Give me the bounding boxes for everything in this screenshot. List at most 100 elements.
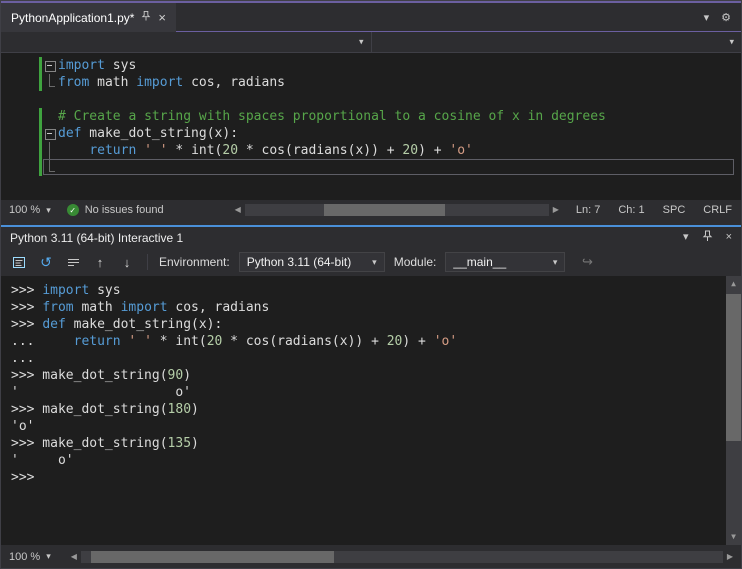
document-tab[interactable]: PythonApplication1.py* × [1,3,177,32]
console-line[interactable]: ... return ' ' * int(20 * cos(radians(x)… [1,333,741,350]
history-next-icon[interactable]: ↓ [118,253,136,271]
scrollbar-thumb[interactable] [90,550,335,563]
console-line[interactable]: >>> import sys [1,282,741,299]
reset-icon[interactable]: ↺ [37,253,55,271]
code-token: 20 [206,334,223,349]
code-token: >>> make_dot_string( [11,402,168,417]
close-icon[interactable]: × [726,232,732,243]
document-tab-title: PythonApplication1.py* [11,10,135,25]
glyph-margin[interactable] [1,91,39,108]
document-health-indicator[interactable]: ✓ No issues found [59,204,172,216]
editor-code-line[interactable]: # Create a string with spaces proportion… [1,108,741,125]
code-token: ) [183,368,192,383]
code-token: from [58,75,90,90]
status-eol-indicator[interactable]: CRLF [694,204,741,216]
environment-dropdown[interactable]: Python 3.11 (64-bit) ▾ [238,252,385,272]
code-token: import [58,58,105,73]
window-position-icon[interactable]: ▾ [683,232,689,243]
editor-code-line[interactable]: def make_dot_string(x): [1,125,741,142]
code-token: * int( [167,143,223,158]
console-line[interactable]: ' o' [1,384,741,401]
scrollbar-thumb[interactable] [323,204,446,216]
code-token: import [120,300,168,315]
scrollbar-track[interactable] [244,204,549,216]
console-line[interactable]: ' o' [1,452,741,469]
environments-icon[interactable] [10,253,28,271]
scroll-right-icon[interactable]: ▶ [723,552,737,561]
scroll-left-icon[interactable]: ◀ [67,552,81,561]
code-token: 20 [222,143,239,158]
glyph-margin[interactable] [1,125,39,142]
console-line[interactable]: 'o' [1,418,741,435]
code-token: * cos(radians(x)) + [238,143,403,158]
interactive-zoom-select[interactable]: 100 % ▾ [1,551,59,563]
redo-icon[interactable]: ↪ [578,253,596,271]
scroll-up-icon[interactable]: ▲ [731,276,736,292]
editor-code-line[interactable] [1,91,741,108]
editor-status-bar: 100 % ▾ ✓ No issues found ◀ ▶ Ln: 7 Ch: … [1,200,741,220]
glyph-margin[interactable] [1,108,39,125]
scroll-left-icon[interactable]: ◀ [231,206,245,214]
code-token: 20 [386,334,403,349]
fold-collapse-icon[interactable] [42,57,58,74]
toolbar-separator [147,254,148,270]
gear-icon[interactable]: ⚙ [721,11,731,24]
glyph-margin[interactable] [1,74,39,91]
fold-collapse-icon[interactable] [42,125,58,142]
pin-icon[interactable] [141,10,151,25]
code-token: >>> [11,317,43,332]
scrollbar-track[interactable] [726,292,741,529]
console-line[interactable]: >>> make_dot_string(90) [1,367,741,384]
console-line[interactable]: ... [1,350,741,367]
editor-horizontal-scrollbar[interactable]: ◀ ▶ [227,200,567,220]
types-dropdown[interactable]: ▾ [1,32,372,52]
editor-code-line[interactable]: from math import cos, radians [1,74,741,91]
console-line[interactable]: >>> make_dot_string(135) [1,435,741,452]
code-text: >>> make_dot_string(90) [11,367,741,384]
members-dropdown[interactable]: ▾ [371,32,741,52]
code-token: 135 [167,436,192,451]
editor-code-line[interactable] [1,159,741,176]
glyph-margin[interactable] [1,159,39,176]
toolbar-overflow-icon[interactable]: ▾ [704,11,710,24]
history-previous-icon[interactable]: ↑ [91,253,109,271]
clear-all-icon[interactable] [64,253,82,271]
code-text: ' o' [11,384,741,401]
pin-icon[interactable] [702,230,713,245]
zoom-value: 100 % [9,550,41,563]
python-interactive-window: Python 3.11 (64-bit) Interactive 1 ▾ × ↺… [1,225,741,568]
console-line[interactable]: >>> def make_dot_string(x): [1,316,741,333]
chevron-down-icon: ▾ [552,256,558,267]
tool-window-title: Python 3.11 (64-bit) Interactive 1 [10,230,184,245]
status-line-indicator: Ln: 7 [575,204,601,216]
scrollbar-thumb[interactable] [726,294,741,441]
module-dropdown[interactable]: __main__ ▾ [445,252,566,272]
interactive-horizontal-scrollbar[interactable]: ◀ ▶ [63,545,741,568]
scrollbar-track[interactable] [80,550,723,563]
status-space-indicator[interactable]: SPC [654,204,695,216]
code-token: 'o' [449,143,473,158]
environment-value: Python 3.11 (64-bit) [246,255,352,269]
chevron-down-icon: ▾ [372,256,377,267]
glyph-margin[interactable] [1,142,39,159]
editor-code-line[interactable]: return ' ' * int(20 * cos(radians(x)) + … [1,142,741,159]
code-editor[interactable]: import sys from math import cos, radians #… [1,53,741,200]
code-token: ) [191,436,199,451]
tool-window-title-bar[interactable]: Python 3.11 (64-bit) Interactive 1 ▾ × [1,227,741,248]
console-line[interactable]: >>> make_dot_string(180) [1,401,741,418]
scroll-down-icon[interactable]: ▼ [731,529,736,545]
console-line[interactable]: >>> from math import cos, radians [1,299,741,316]
editor-code-line[interactable]: import sys [1,57,741,74]
code-token: make_dot_string(x): [81,126,239,141]
scroll-right-icon[interactable]: ▶ [549,206,563,214]
code-token: def [58,126,82,141]
console-line[interactable]: >>> [1,469,741,486]
glyph-margin[interactable] [1,57,39,74]
code-token: ) + [402,334,434,349]
console-vertical-scrollbar[interactable]: ▲ ▼ [726,276,741,545]
editor-zoom-select[interactable]: 100 % ▾ [1,204,59,216]
health-label: No issues found [84,204,164,216]
close-icon[interactable]: × [158,11,166,24]
chevron-down-icon: ▾ [729,36,734,47]
interactive-console[interactable]: >>> import sys >>> from math import cos, … [1,276,741,545]
